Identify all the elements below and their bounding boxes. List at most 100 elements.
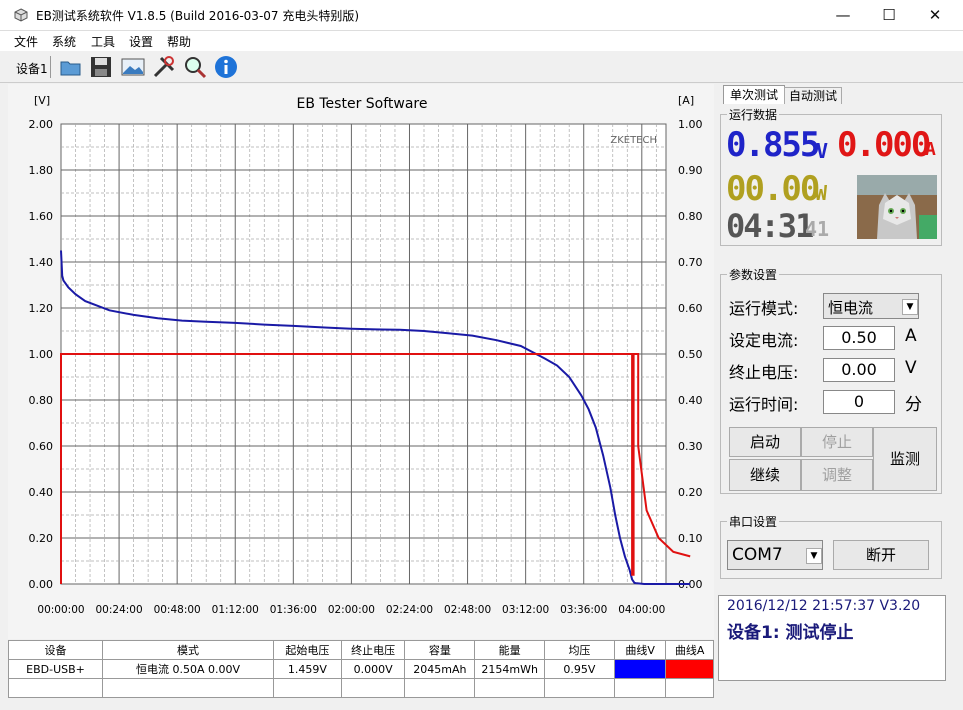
menu-tools[interactable]: 工具 <box>91 33 115 50</box>
menu-help[interactable]: 帮助 <box>167 33 191 50</box>
info-icon[interactable] <box>213 54 239 80</box>
y-left-tick-label: 0.00 <box>29 578 54 591</box>
x-tick-label: 03:36:00 <box>560 604 607 616</box>
y-left-tick-label: 1.60 <box>29 210 54 223</box>
table-row[interactable]: EBD-USB+ 恒电流 0.50A 0.00V 1.459V 0.000V 2… <box>7 659 714 679</box>
y-right-tick-label: 0.10 <box>678 532 703 545</box>
voltage-readout: 0.855 <box>726 125 820 165</box>
curve-v-color-swatch[interactable] <box>613 659 667 679</box>
table-header: 曲线A <box>665 640 714 660</box>
adjust-button[interactable]: 调整 <box>801 459 873 491</box>
y-axis-right-label: [A] <box>678 94 694 107</box>
run-data-group: 运行数据 0.855 V 0.000 A 00.00 W 04:31 41 <box>720 106 942 246</box>
tab-single-test[interactable]: 单次测试 <box>723 85 785 104</box>
y-left-tick-label: 0.80 <box>29 394 54 407</box>
y-right-tick-label: 0.90 <box>678 164 703 177</box>
open-folder-icon[interactable] <box>58 54 84 80</box>
minimize-button[interactable]: — <box>820 0 866 30</box>
menu-bar: 文件 系统 工具 设置 帮助 <box>0 31 963 51</box>
y-left-tick-label: 1.20 <box>29 302 54 315</box>
stop-button[interactable]: 停止 <box>801 427 873 457</box>
y-left-tick-label: 1.80 <box>29 164 54 177</box>
maximize-button[interactable]: ☐ <box>866 0 912 30</box>
save-icon[interactable] <box>88 54 114 80</box>
y-left-tick-label: 0.40 <box>29 486 54 499</box>
run-time-input[interactable]: 0 <box>823 390 895 414</box>
set-current-label: 设定电流: <box>729 331 799 350</box>
menu-file[interactable]: 文件 <box>14 33 38 50</box>
elapsed-time-readout: 04:31 <box>726 207 814 245</box>
y-right-tick-label: 0.60 <box>678 302 703 315</box>
x-tick-label: 02:00:00 <box>328 604 375 616</box>
chevron-down-icon[interactable]: ▼ <box>902 299 918 315</box>
table-header: 终止电压 <box>340 640 406 660</box>
x-tick-label: 00:00:00 <box>37 604 84 616</box>
toolbar-divider <box>50 56 51 78</box>
window-title: EB测试系统软件 V1.8.5 (Build 2016-03-07 充电头特别版… <box>36 9 360 23</box>
tools-icon[interactable] <box>151 54 177 80</box>
mode-label: 运行模式: <box>729 299 799 318</box>
app-icon <box>14 8 28 22</box>
serial-title: 串口设置 <box>727 513 780 530</box>
run-data-title: 运行数据 <box>727 106 780 123</box>
x-tick-label: 01:12:00 <box>212 604 259 616</box>
table-cell: 1.459V <box>273 659 342 679</box>
params-title: 参数设置 <box>727 266 780 283</box>
serial-port-value: COM7 <box>732 545 783 565</box>
y-left-tick-label: 0.60 <box>29 440 54 453</box>
y-right-tick-label: 0.50 <box>678 348 703 361</box>
chevron-down-icon[interactable]: ▼ <box>806 548 822 564</box>
chart-title: EB Tester Software <box>296 96 427 112</box>
menu-system[interactable]: 系统 <box>52 33 76 50</box>
disconnect-button[interactable]: 断开 <box>833 540 929 570</box>
x-tick-label: 03:12:00 <box>502 604 549 616</box>
table-cell: 2154mWh <box>474 659 546 679</box>
table-header: 能量 <box>474 640 546 660</box>
result-table: 设备 模式 起始电压 终止电压 容量 能量 均压 曲线V 曲线A EBD-USB… <box>7 640 714 698</box>
device-selector[interactable]: 设备1 <box>16 60 48 77</box>
status-timestamp: 2016/12/12 21:57:37 V3.20 <box>727 598 921 614</box>
table-cell: 恒电流 0.50A 0.00V <box>102 659 274 679</box>
run-time-label: 运行时间: <box>729 395 799 414</box>
y-left-tick-label: 1.00 <box>29 348 54 361</box>
monitor-button[interactable]: 监测 <box>873 427 937 491</box>
stop-voltage-label: 终止电压: <box>729 363 799 382</box>
curve-a-color-swatch[interactable] <box>665 659 714 679</box>
start-button[interactable]: 启动 <box>729 427 801 457</box>
x-tick-label: 02:24:00 <box>386 604 433 616</box>
voltage-unit: V <box>816 139 829 163</box>
table-cell: 0.000V <box>340 659 406 679</box>
menu-settings[interactable]: 设置 <box>129 33 153 50</box>
y-right-tick-label: 0.70 <box>678 256 703 269</box>
image-icon[interactable] <box>120 54 146 80</box>
mode-select[interactable]: 恒电流 ▼ <box>823 293 919 319</box>
params-group: 参数设置 运行模式: 恒电流 ▼ 设定电流: 0.50 A 终止电压: 0.00… <box>720 266 942 494</box>
y-left-tick-label: 1.40 <box>29 256 54 269</box>
table-cell: EBD-USB+ <box>7 659 104 679</box>
set-current-input[interactable]: 0.50 <box>823 326 895 350</box>
title-bar: EB测试系统软件 V1.8.5 (Build 2016-03-07 充电头特别版… <box>0 0 963 31</box>
stop-voltage-input[interactable]: 0.00 <box>823 358 895 382</box>
control-panel: 单次测试 自动测试 运行数据 0.855 V 0.000 A 00.00 W 0… <box>718 84 963 710</box>
elapsed-seconds-readout: 41 <box>805 217 830 241</box>
power-readout: 00.00 <box>726 169 820 209</box>
table-header: 设备 <box>7 640 104 660</box>
table-row <box>7 678 714 698</box>
chart-watermark: ZKETECH <box>610 135 657 146</box>
status-box: 2016/12/12 21:57:37 V3.20 设备1: 测试停止 <box>718 595 946 681</box>
tab-auto-test[interactable]: 自动测试 <box>784 87 842 104</box>
x-tick-label: 02:48:00 <box>444 604 491 616</box>
current-unit: A <box>925 139 936 160</box>
table-header: 起始电压 <box>273 640 342 660</box>
table-cell: 0.95V <box>544 659 615 679</box>
chart-panel: [V] [A] EB Tester Software ZKETECH 2.00 1… <box>8 84 714 639</box>
close-button[interactable]: ✕ <box>912 0 958 30</box>
y-left-tick-label: 0.20 <box>29 532 54 545</box>
table-header: 容量 <box>404 640 476 660</box>
continue-button[interactable]: 继续 <box>729 459 801 491</box>
serial-port-select[interactable]: COM7 ▼ <box>727 540 823 570</box>
search-icon[interactable] <box>182 54 208 80</box>
power-unit: W <box>815 181 828 205</box>
y-right-tick-label: 1.00 <box>678 118 703 131</box>
stop-voltage-unit: V <box>905 358 917 378</box>
